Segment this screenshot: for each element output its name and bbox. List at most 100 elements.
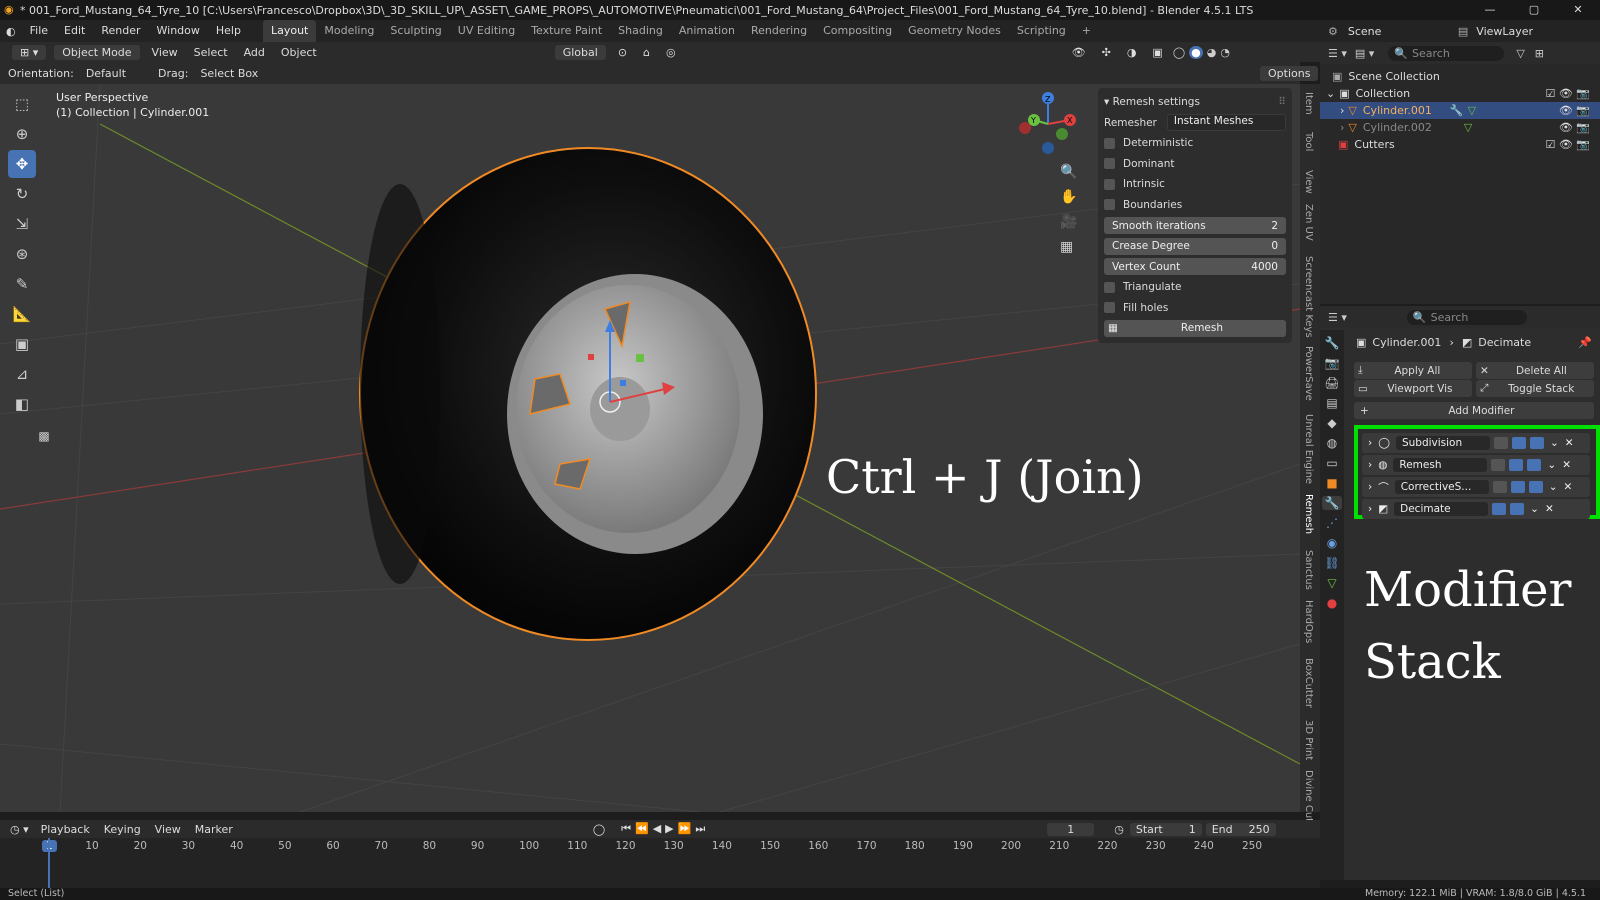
shading-rendered-icon[interactable]: ◔ <box>1220 46 1230 59</box>
timeline-area[interactable]: 1102030405060708090100110120130140150160… <box>0 838 1320 888</box>
edit-mode-icon[interactable] <box>1491 459 1506 471</box>
drag-dropdown[interactable]: Select Box <box>192 66 266 81</box>
add-workspace-icon[interactable]: + <box>1074 20 1099 42</box>
menu-window[interactable]: Window <box>149 20 208 42</box>
camera-view-icon[interactable]: 🎥 <box>1060 210 1077 235</box>
outliner-item-cutters[interactable]: ▣ Cutters ☑ 👁 📷 <box>1320 136 1600 153</box>
chevron-down-icon[interactable]: ⌄ <box>1549 481 1558 493</box>
pivot-point-icon[interactable]: ⊙ <box>610 46 635 59</box>
row-visibility-controls[interactable]: 👁 📷 <box>1559 121 1590 134</box>
add-cube-tool-icon[interactable]: ▣ <box>8 330 36 358</box>
outliner-item-cylinder-001[interactable]: › ▽ Cylinder.001 🔧 ▽ 👁 📷 <box>1320 102 1600 119</box>
navigation-gizmo[interactable]: Z X Y <box>1019 92 1076 154</box>
shear-tool-icon[interactable]: ⊿ <box>8 360 36 388</box>
modifier-tab-icon[interactable]: 🔧 <box>1321 496 1343 510</box>
checkbox-box[interactable] <box>1104 281 1115 293</box>
tab-powersave[interactable]: PowerSave <box>1303 346 1314 401</box>
output-tab-icon[interactable]: 🖨 <box>1324 376 1339 390</box>
hops-icon[interactable]: ▩ <box>30 422 58 450</box>
outliner-search-input[interactable]: 🔍 Search <box>1388 45 1505 61</box>
tab-3d-print[interactable]: 3D Print <box>1303 720 1314 760</box>
render-toggle-icon[interactable] <box>1529 437 1544 449</box>
viewport-menu-add[interactable]: Add <box>236 46 273 59</box>
row-visibility-controls[interactable]: 👁 📷 <box>1559 104 1590 117</box>
menu-edit[interactable]: Edit <box>56 20 93 42</box>
properties-search-input[interactable]: 🔍 Search <box>1406 309 1527 325</box>
apply-all-button[interactable]: ⤓ Apply All <box>1354 362 1472 379</box>
modifier-corrective-smooth[interactable]: › ⌒ CorrectiveS... ⌄ ✕ <box>1362 477 1590 497</box>
playback-menu[interactable]: Playback <box>41 823 90 836</box>
chevron-down-icon[interactable]: ⌄ <box>1550 437 1559 449</box>
workspace-tab-sculpting[interactable]: Sculpting <box>382 20 449 42</box>
tool-tab-icon[interactable]: 🔧 <box>1325 336 1340 350</box>
tab-screencast-keys[interactable]: Screencast Keys <box>1303 256 1314 338</box>
remove-modifier-icon[interactable]: ✕ <box>1565 437 1574 449</box>
shading-wireframe-icon[interactable]: ◯ <box>1173 46 1185 59</box>
checkbox-box[interactable] <box>1104 302 1115 314</box>
menu-help[interactable]: Help <box>208 20 249 42</box>
remesher-dropdown[interactable]: Instant Meshes <box>1166 114 1286 132</box>
checkbox-intrinsic[interactable]: Intrinsic <box>1104 174 1286 194</box>
particles-tab-icon[interactable]: ⋰ <box>1326 516 1338 530</box>
expand-arrow-icon[interactable]: › <box>1368 481 1372 493</box>
xray-toggle-icon[interactable]: ▣ <box>1144 46 1170 59</box>
material-tab-icon[interactable]: ● <box>1327 596 1337 610</box>
properties-editor-icon[interactable]: ☰ ▾ <box>1328 311 1347 324</box>
pan-hand-icon[interactable]: ✋ <box>1060 185 1077 210</box>
modifier-name-field[interactable]: Decimate <box>1394 502 1489 516</box>
physics-tab-icon[interactable]: ◉ <box>1327 536 1337 550</box>
options-dropdown[interactable]: Options <box>1260 65 1319 81</box>
playback-controls[interactable]: ⏮⏪◀▶⏩⏭ <box>621 822 709 836</box>
checkbox-box[interactable] <box>1104 178 1115 190</box>
display-mode-icon[interactable]: ▤ ▾ <box>1355 47 1374 60</box>
edit-mode-icon[interactable] <box>1511 437 1526 449</box>
modifier-name-field[interactable]: CorrectiveS... <box>1394 480 1489 494</box>
visibility-icon[interactable]: 👁 <box>1064 46 1094 59</box>
timeline-view-menu[interactable]: View <box>155 823 181 836</box>
viewport-menu-view[interactable]: View <box>144 46 186 59</box>
marker-menu[interactable]: Marker <box>195 823 233 836</box>
scale-tool-icon[interactable]: ⇲ <box>8 210 36 238</box>
tab-tool[interactable]: Tool <box>1303 132 1314 151</box>
viewport-toggle-icon[interactable] <box>1509 459 1524 471</box>
proportional-edit-icon[interactable]: ◎ <box>658 46 684 59</box>
viewport-toggle-icon[interactable] <box>1492 503 1507 515</box>
viewport-vis-button[interactable]: ▭ Viewport Vis <box>1354 380 1472 397</box>
data-tab-icon[interactable]: ▽ <box>1327 576 1336 590</box>
select-box-tool-icon[interactable]: ⬚ <box>8 90 36 118</box>
smooth-iterations-field[interactable]: Smooth iterations 2 <box>1104 217 1286 235</box>
workspace-tab-scripting[interactable]: Scripting <box>1009 20 1074 42</box>
object-tab-icon[interactable]: ■ <box>1326 476 1337 490</box>
collection-tab-icon[interactable]: ▭ <box>1326 456 1337 470</box>
workspace-tab-geometry-nodes[interactable]: Geometry Nodes <box>900 20 1009 42</box>
expand-arrow-icon[interactable]: › <box>1368 503 1372 515</box>
remesh-panel-title[interactable]: ▾ Remesh settings <box>1104 96 1200 108</box>
maximize-button[interactable]: ▢ <box>1512 0 1556 20</box>
outliner-item-collection[interactable]: ⌄ ▣ Collection ☑ 👁 📷 <box>1320 85 1600 102</box>
modifier-subdivision[interactable]: › ◯ Subdivision ⌄ ✕ <box>1362 433 1590 453</box>
menu-file[interactable]: File <box>22 20 56 42</box>
outliner-item-scene-collection[interactable]: ▣ Scene Collection <box>1320 68 1600 85</box>
checkbox-box[interactable] <box>1104 158 1115 170</box>
timeline-editor-icon[interactable]: ◷ ▾ <box>10 823 29 836</box>
tab-zen-uv[interactable]: Zen UV <box>1303 204 1314 241</box>
expand-arrow-icon[interactable]: ⌄ <box>1326 87 1335 100</box>
remesh-button[interactable]: ▦ Remesh <box>1104 320 1286 338</box>
pin-icon[interactable]: 📌 <box>1578 336 1592 349</box>
mode-dropdown[interactable]: Object Mode <box>54 44 140 60</box>
editor-type-dropdown[interactable]: ⊞ ▾ <box>12 44 47 60</box>
expand-arrow-icon[interactable]: › <box>1340 121 1344 134</box>
filter-icon[interactable]: ▽ <box>1516 47 1524 60</box>
render-toggle-icon[interactable] <box>1528 481 1543 493</box>
tab-boxcutter[interactable]: BoxCutter <box>1303 658 1314 708</box>
checkbox-dominant[interactable]: Dominant <box>1104 154 1286 174</box>
tab-remesh[interactable]: Remesh <box>1303 494 1314 534</box>
checkbox-deterministic[interactable]: Deterministic <box>1104 133 1286 153</box>
render-toggle-icon[interactable] <box>1527 459 1542 471</box>
view-layer-selector[interactable]: ViewLayer <box>1476 25 1533 38</box>
expand-arrow-icon[interactable]: › <box>1340 104 1344 117</box>
remove-modifier-icon[interactable]: ✕ <box>1545 503 1554 515</box>
on-cage-icon[interactable] <box>1492 481 1507 493</box>
workspace-tab-layout[interactable]: Layout <box>262 20 317 42</box>
scene-tab-icon[interactable]: ◆ <box>1327 416 1336 430</box>
